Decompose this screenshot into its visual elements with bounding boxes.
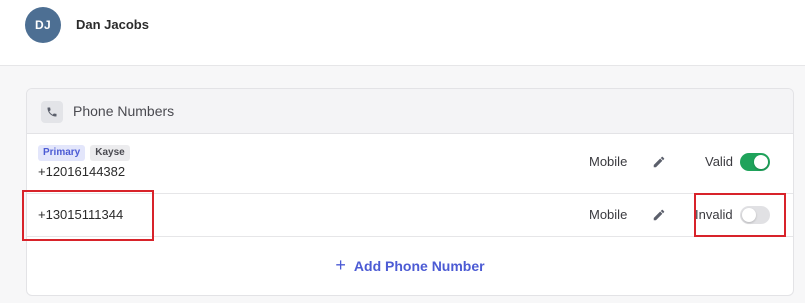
validity-label: Invalid bbox=[695, 207, 733, 222]
toggle-knob bbox=[742, 208, 756, 222]
edit-phone-button[interactable] bbox=[651, 207, 667, 223]
add-phone-number-label: Add Phone Number bbox=[353, 258, 485, 274]
phone-row: +13015111344 Mobile Invalid bbox=[27, 194, 793, 237]
kayse-tag: Kayse bbox=[90, 145, 130, 161]
phone-type: Mobile bbox=[589, 207, 628, 222]
contact-name: Dan Jacobs bbox=[76, 17, 149, 32]
phone-icon bbox=[41, 101, 63, 123]
phone-numbers-card: Phone Numbers Primary Kayse +12016144382… bbox=[26, 88, 794, 296]
phone-tags: Primary Kayse bbox=[38, 145, 130, 161]
validity-toggle[interactable] bbox=[740, 206, 770, 224]
toggle-knob bbox=[754, 155, 768, 169]
primary-tag: Primary bbox=[38, 145, 86, 161]
contact-header: DJ Dan Jacobs bbox=[0, 0, 805, 66]
validity-toggle[interactable] bbox=[740, 153, 770, 171]
phone-number: +12016144382 bbox=[38, 164, 126, 179]
plus-icon: + bbox=[335, 255, 346, 275]
phone-type: Mobile bbox=[589, 154, 628, 169]
avatar[interactable]: DJ bbox=[25, 7, 61, 43]
edit-phone-button[interactable] bbox=[651, 154, 667, 170]
pencil-icon bbox=[653, 156, 665, 168]
section-title: Phone Numbers bbox=[73, 103, 175, 119]
phone-row: Primary Kayse +12016144382 Mobile Valid bbox=[27, 134, 793, 194]
pencil-icon bbox=[653, 209, 665, 221]
phone-number: +13015111344 bbox=[38, 207, 124, 222]
add-phone-number-button[interactable]: + Add Phone Number bbox=[27, 237, 793, 295]
phone-numbers-header: Phone Numbers bbox=[27, 89, 793, 134]
validity-label: Valid bbox=[705, 154, 733, 169]
